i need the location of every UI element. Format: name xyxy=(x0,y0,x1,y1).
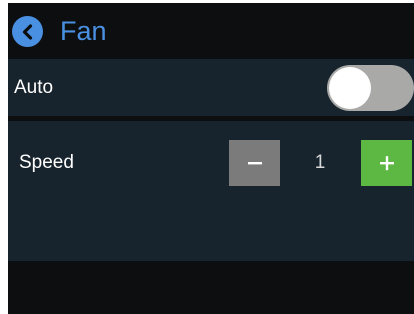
back-button[interactable] xyxy=(12,16,43,47)
fan-screen: Fan Auto Speed 1 xyxy=(8,3,414,314)
plus-icon xyxy=(379,156,394,171)
speed-panel: Speed 1 xyxy=(8,121,414,261)
page-title: Fan xyxy=(60,16,107,46)
header: Fan xyxy=(8,3,414,57)
toggle-knob xyxy=(329,67,371,109)
auto-label: Auto xyxy=(14,77,54,98)
minus-icon xyxy=(247,162,262,165)
auto-row: Auto xyxy=(8,59,414,116)
auto-toggle[interactable] xyxy=(327,65,414,111)
decrease-speed-button[interactable] xyxy=(229,140,280,186)
chevron-left-icon xyxy=(22,23,32,40)
increase-speed-button[interactable] xyxy=(361,140,412,186)
speed-label: Speed xyxy=(19,152,74,173)
speed-value: 1 xyxy=(314,152,326,173)
